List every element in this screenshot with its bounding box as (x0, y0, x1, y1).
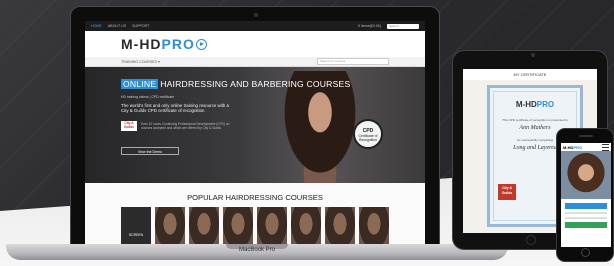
phone-logo-accent: PRO (573, 144, 583, 150)
hero-title-highlight: ONLINE (121, 79, 159, 89)
training-courses-menu[interactable]: TRAINING COURSES ▾ (121, 60, 160, 64)
courses-title: POPULAR HAIRDRESSING COURSES (187, 193, 323, 202)
city-guilds-logo: City & Guilds (498, 184, 516, 200)
phone-header: M-HDPRO (561, 143, 611, 151)
course-list: SCREEN (121, 207, 389, 249)
city-guilds-text: Earn 10 hours Continuing Professional De… (141, 122, 230, 130)
course-card[interactable] (291, 207, 321, 249)
site-header: M-HD PRO (85, 31, 425, 57)
phone-hero-image (561, 151, 611, 199)
laptop: HOME ABOUT US SUPPORT 0 Items(£0.00) Sea… (70, 6, 440, 252)
certificate-header: MY CERTIFICATE (463, 69, 597, 80)
laptop-base: MacBook Pro (6, 244, 508, 260)
hero-description: The world's first and only online traini… (121, 103, 229, 114)
popular-courses-section: POPULAR HAIRDRESSING COURSES SCREEN (85, 183, 425, 251)
camera-dot (254, 13, 258, 17)
course-card[interactable] (257, 207, 287, 249)
phone-logo[interactable]: M-HDPRO (563, 145, 582, 150)
course-card[interactable] (325, 207, 355, 249)
cert-logo-main: M-HD (515, 100, 537, 109)
course-card[interactable] (189, 207, 219, 249)
course-card[interactable] (223, 207, 253, 249)
site-topbar: HOME ABOUT US SUPPORT 0 Items(£0.00) Sea… (85, 21, 425, 31)
logo-main: M-HD (121, 36, 162, 52)
site-logo[interactable]: M-HD PRO (121, 36, 207, 52)
city-guilds-logo: City & Guilds (121, 121, 137, 131)
laptop-screen: HOME ABOUT US SUPPORT 0 Items(£0.00) Sea… (85, 21, 425, 251)
city-guilds-block: City & Guilds Earn 10 hours Continuing P… (121, 121, 231, 131)
topbar-search-input[interactable]: Search (387, 23, 419, 29)
phone-cta-button[interactable] (565, 203, 607, 209)
course-card[interactable] (359, 207, 389, 249)
phone-text-line (565, 212, 607, 214)
phone-home-button (581, 248, 590, 257)
hero-title: ONLINE HAIRDRESSING AND BARBERING COURSES (121, 79, 350, 89)
phone-screen: M-HDPRO (561, 143, 611, 247)
view-demo-button[interactable]: View the Demo (121, 147, 179, 155)
play-icon (195, 38, 207, 50)
laptop-model-label: MacBook Pro (238, 247, 275, 253)
tablet-camera (531, 53, 535, 57)
topbar-link-about[interactable]: ABOUT US (108, 24, 126, 28)
phone-logo-main: M-HD (563, 144, 574, 150)
hero-banner: ONLINE HAIRDRESSING AND BARBERING COURSES… (85, 67, 425, 183)
certificate-logo: M-HDPRO (490, 100, 580, 109)
phone-text-line (565, 217, 607, 219)
certificate-line-1: This CPD certificate of recognition is p… (502, 118, 568, 122)
logo-accent: PRO (161, 36, 195, 52)
topbar-link-support[interactable]: SUPPORT (132, 24, 149, 28)
course-search-input[interactable]: Search for courses... (317, 58, 389, 65)
cpd-seal-badge: CPD Certificate of Recognition (353, 119, 383, 149)
course-card[interactable]: SCREEN (121, 207, 151, 249)
phone: M-HDPRO (556, 128, 614, 262)
phone-speaker (579, 135, 593, 137)
site-navbar: TRAINING COURSES ▾ Search for courses... (85, 57, 425, 67)
tablet-home-button (526, 235, 536, 245)
course-card[interactable] (155, 207, 185, 249)
basket-link[interactable]: 0 Items(£0.00) (358, 24, 381, 28)
cert-logo-accent: PRO (536, 100, 555, 109)
hamburger-menu-icon[interactable] (602, 143, 609, 151)
topbar-link-home[interactable]: HOME (91, 24, 102, 28)
phone-green-button[interactable] (565, 222, 607, 228)
seal-text: Certificate of Recognition (358, 134, 378, 142)
hero-meta: HD training videos | CPD certificate (121, 95, 175, 99)
hero-title-rest: HAIRDRESSING AND BARBERING COURSES (160, 79, 351, 89)
